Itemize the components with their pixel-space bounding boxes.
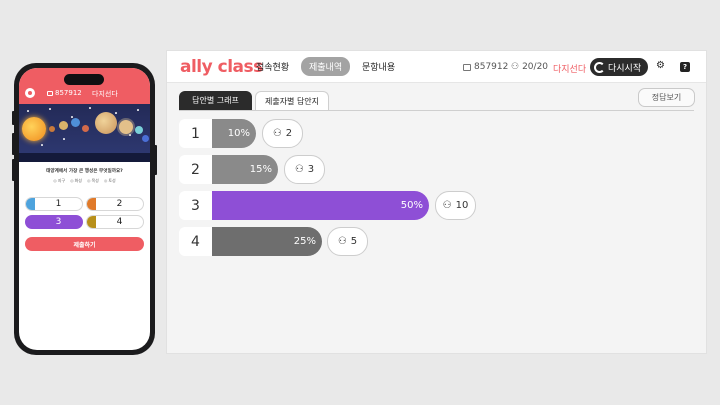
phone-question: 태양계에서 가장 큰 행성은 무엇일까요? [46, 169, 123, 174]
restart-label: 다시시작 [608, 63, 642, 74]
phone-code: 857912 [47, 89, 82, 97]
phone-quiz-type: 다지선다 [92, 90, 118, 98]
tab-divider [179, 110, 694, 111]
phone-screen: 857912 다지선다 태양계에서 가장 큰 행성은 무엇일까요? ◎ 지구 ◎… [19, 68, 150, 350]
people-icon: ⚇ [511, 62, 520, 72]
result-bar: 50% [212, 191, 429, 220]
result-count-button[interactable]: ⚇ 3 [284, 155, 325, 184]
phone-notch [64, 74, 104, 85]
result-count: 5 [350, 236, 358, 247]
phone-volume-down [12, 159, 15, 181]
restart-button[interactable]: 다시시작 [590, 58, 648, 76]
answer-label: 2 [116, 199, 123, 209]
space-ground [19, 153, 150, 162]
neptune-icon [142, 135, 149, 142]
solar-system-image [19, 104, 150, 162]
answer-button-4[interactable]: 4 [86, 215, 144, 229]
answer-label: 1 [55, 199, 62, 209]
app-logo-icon [25, 88, 35, 98]
phone-power-button [154, 145, 157, 175]
code-icon [463, 63, 471, 71]
result-bar: 10% [212, 119, 256, 148]
answer-color-tab [87, 198, 96, 210]
result-bar: 15% [212, 155, 278, 184]
choice-text: 화성 [70, 178, 82, 184]
mars-icon [82, 125, 89, 132]
participant-count-text: 20/20 [522, 62, 549, 72]
choice-text: 지구 [53, 178, 65, 184]
planet-icon [49, 126, 55, 132]
refresh-icon [594, 61, 605, 73]
earth-icon [71, 118, 80, 127]
planet-icon [59, 121, 68, 130]
answer-button-1[interactable]: 1 [25, 197, 83, 211]
answer-label: 4 [116, 217, 123, 227]
phone-choice-list: 지구 화성 목성 토성 [19, 178, 150, 184]
show-answer-button[interactable]: 정답보기 [638, 88, 695, 107]
answer-color-tab [26, 198, 35, 210]
result-bar: 25% [212, 227, 322, 256]
people-icon: ⚇ [337, 236, 347, 247]
saturn-icon [119, 120, 133, 134]
answer-color-tab [26, 216, 35, 228]
nav-submissions[interactable]: 제출내역 [301, 57, 351, 76]
result-count-button[interactable]: ⚇ 5 [327, 227, 368, 256]
submit-button[interactable]: 제출하기 [25, 237, 144, 251]
help-icon[interactable]: ? [680, 62, 690, 72]
choice-text: 토성 [104, 178, 115, 184]
result-index: 1 [179, 119, 212, 148]
people-icon: ⚇ [272, 128, 282, 139]
people-icon: ⚇ [294, 164, 304, 175]
code-icon [47, 90, 53, 96]
choice-text: 목성 [87, 178, 99, 184]
results-panel: ally class 접속현황 제출내역 문항내용 857912 ⚇ 20/20… [166, 50, 707, 354]
answer-label: 3 [55, 217, 62, 227]
result-count-button[interactable]: ⚇ 2 [262, 119, 303, 148]
sun-icon [22, 117, 46, 141]
jupiter-icon [95, 112, 117, 134]
brand-logo[interactable]: ally class [180, 57, 263, 77]
answer-button-2[interactable]: 2 [86, 197, 144, 211]
phone-code-text: 857912 [55, 89, 82, 97]
people-icon: ⚇ [442, 200, 452, 211]
result-index: 2 [179, 155, 212, 184]
session-code: 857912 [463, 62, 508, 72]
result-index: 3 [179, 191, 212, 220]
result-count-button[interactable]: ⚇ 10 [435, 191, 476, 220]
phone-side-button [12, 111, 15, 125]
gear-icon[interactable]: ⚙ [656, 60, 665, 71]
phone-frame: 857912 다지선다 태양계에서 가장 큰 행성은 무엇일까요? ◎ 지구 ◎… [12, 63, 157, 355]
answer-button-3[interactable]: 3 [25, 215, 83, 229]
result-count: 10 [455, 200, 469, 211]
result-count: 3 [307, 164, 315, 175]
nav-connection-status[interactable]: 접속현황 [256, 60, 289, 73]
session-code-text: 857912 [474, 62, 509, 72]
participant-count: ⚇ 20/20 [511, 62, 548, 72]
quiz-type-label: 다지선다 [553, 65, 587, 75]
tab-answer-graph[interactable]: 답안별 그래프 [179, 91, 252, 110]
result-index: 4 [179, 227, 212, 256]
phone-volume-up [12, 133, 15, 155]
top-bar: ally class 접속현황 제출내역 문항내용 857912 ⚇ 20/20… [167, 51, 706, 83]
uranus-icon [135, 126, 143, 134]
answer-color-tab [87, 216, 96, 228]
result-count: 2 [285, 128, 293, 139]
nav-question-content[interactable]: 문항내용 [362, 60, 395, 73]
tab-submitter-sheet[interactable]: 제출자별 답안지 [255, 91, 329, 110]
